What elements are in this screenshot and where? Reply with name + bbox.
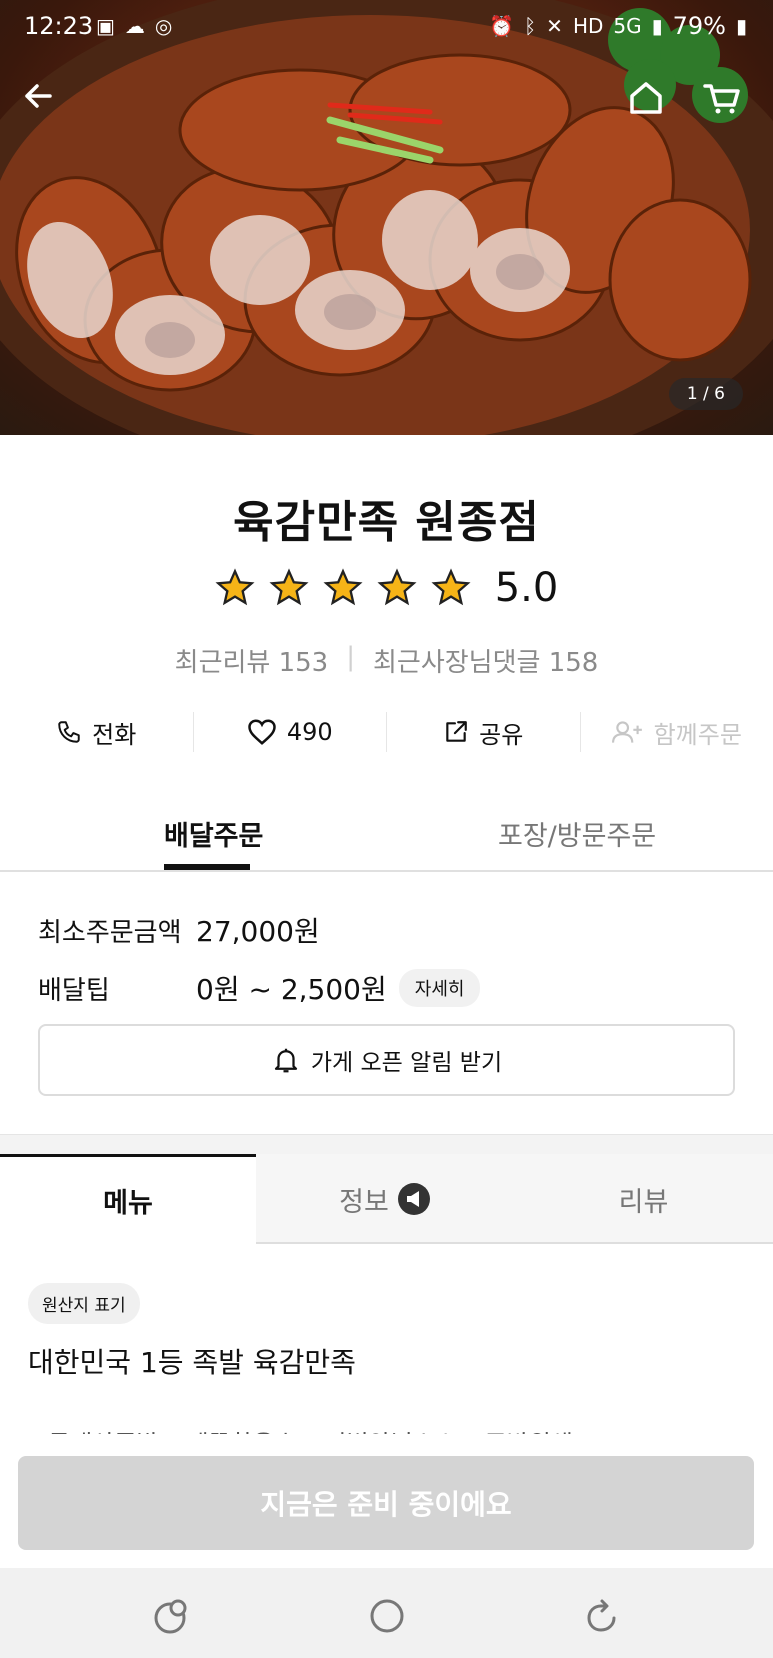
tab-delivery[interactable]: 배달주문 (164, 814, 263, 853)
like-button[interactable]: 490 (194, 712, 387, 752)
action-bar: 전화 490 공유 함께주문 (0, 712, 773, 752)
cart-icon (703, 84, 740, 114)
delivery-tip-label: 배달팁 (38, 975, 110, 1006)
tab-pickup[interactable]: 포장/방문주문 (498, 814, 656, 853)
star-icon (215, 568, 255, 606)
share-icon (446, 721, 467, 742)
call-label: 전화 (92, 720, 137, 749)
share-button[interactable]: 공유 (387, 712, 581, 752)
delivery-tip-value: 0원 ~ 2,500원 (196, 973, 387, 1006)
cloud-icon: ☁ (124, 14, 145, 38)
tab-info[interactable]: 정보 (256, 1154, 514, 1244)
store-name: 육감만족 원종점 (233, 497, 540, 548)
network-label: 5G (613, 14, 642, 38)
ring-icon: ◎ (154, 14, 173, 38)
bottom-panel: 지금은 준비 중이에요 (0, 1434, 773, 1568)
bluetooth-icon: ᛒ (524, 14, 537, 38)
call-button[interactable]: 전화 (0, 712, 194, 752)
tab-menu[interactable]: 메뉴 (0, 1154, 256, 1244)
star-icon (269, 568, 309, 606)
status-bar: 12:23 ▣ ☁ ◎ ⏰ ᛒ ✕ HD 5G ▮ 79% ▮ (0, 0, 773, 56)
mute-icon: ✕ (546, 14, 563, 38)
notification-icons: ▣ ☁ ◎ (96, 14, 172, 38)
like-count: 490 (286, 718, 333, 746)
back-arrow-icon (25, 84, 52, 108)
tab-info-label: 정보 (339, 1186, 389, 1218)
share-label: 공유 (479, 720, 524, 749)
active-tab-indicator (164, 864, 250, 870)
store-headline: 대한민국 1등 족발 육감만족 (28, 1346, 356, 1379)
pork-hock-photo (0, 0, 773, 435)
back-nav-icon[interactable] (582, 1596, 622, 1636)
section-divider (0, 1134, 773, 1154)
star-icon (431, 568, 471, 606)
open-notify-button[interactable]: 가게 오픈 알림 받기 (38, 1024, 735, 1096)
star-rating (215, 568, 471, 608)
min-order-value: 27,000원 (196, 915, 320, 948)
cart-button[interactable] (702, 78, 750, 126)
bell-icon (274, 1048, 298, 1073)
hero-image[interactable]: 12:23 ▣ ☁ ◎ ⏰ ᛒ ✕ HD 5G ▮ 79% ▮ 1 / 6 (0, 0, 773, 435)
order-type-tabs: 배달주문 포장/방문주문 (0, 798, 773, 872)
star-icon (377, 568, 417, 606)
tip-detail-button[interactable]: 자세히 (398, 969, 481, 1007)
system-icons: ⏰ ᛒ ✕ HD 5G ▮ 79% ▮ (489, 12, 747, 40)
signal-icon: ▮ (651, 14, 663, 38)
image-counter: 1 / 6 (668, 378, 743, 410)
owner-replies-link[interactable]: 최근사장님댓글 158 (373, 642, 598, 679)
preparing-label: 지금은 준비 중이에요 (260, 1488, 512, 1521)
tab-review[interactable]: 리뷰 (514, 1154, 773, 1244)
tab-review-label: 리뷰 (618, 1186, 669, 1218)
rating-row: 5.0 (0, 565, 773, 611)
origin-info-chip[interactable]: 원산지 표기 (28, 1283, 140, 1324)
battery-icon: ▮ (735, 14, 747, 38)
min-order-label: 최소주문금액 (38, 917, 182, 948)
recent-reviews-link[interactable]: 최근리뷰 153 (175, 642, 329, 679)
group-order-label: 함께주문 (653, 720, 742, 749)
recent-apps-icon[interactable] (152, 1596, 192, 1636)
alarm-icon: ⏰ (489, 14, 515, 38)
home-icon (630, 82, 662, 114)
preparing-button[interactable]: 지금은 준비 중이에요 (18, 1456, 754, 1550)
heart-icon (248, 719, 276, 745)
status-time: 12:23 (24, 12, 94, 40)
home-nav-icon[interactable] (367, 1596, 407, 1636)
tab-menu-label: 메뉴 (103, 1188, 153, 1219)
system-nav-bar (0, 1568, 773, 1658)
add-person-icon (611, 721, 642, 743)
content-tabs: 메뉴 정보 리뷰 (0, 1154, 773, 1244)
back-button[interactable] (20, 78, 68, 126)
home-button[interactable] (626, 78, 674, 126)
delivery-tip-row: 배달팁 0원 ~ 2,500원 자세히 (38, 968, 481, 1008)
megaphone-icon (397, 1183, 430, 1215)
star-icon (323, 568, 363, 606)
divider: | (346, 642, 355, 672)
review-meta: 최근리뷰 153 | 최근사장님댓글 158 (0, 642, 773, 679)
min-order-row: 최소주문금액 27,000원 (38, 910, 320, 950)
rating-score: 5.0 (494, 565, 559, 611)
battery-percent: 79% (672, 12, 726, 40)
open-notify-label: 가게 오픈 알림 받기 (310, 1050, 503, 1076)
group-order-button[interactable]: 함께주문 (581, 712, 773, 752)
gallery-icon: ▣ (96, 14, 115, 38)
hd-label: HD (572, 14, 604, 38)
phone-icon (58, 721, 80, 743)
